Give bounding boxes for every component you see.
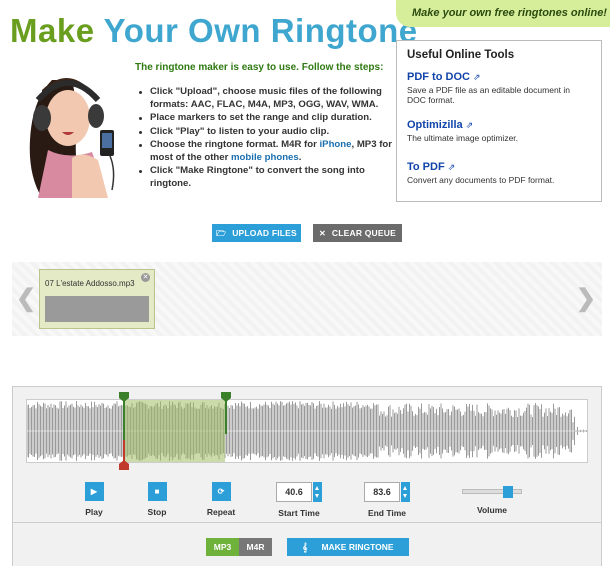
end-marker-handle[interactable] [221,392,231,402]
repeat-label: Repeat [206,507,236,517]
girl-with-headphones-image [29,77,115,198]
stop-icon[interactable]: ■ [147,482,167,501]
start-time-label: Start Time [278,508,320,518]
tool-description: Save a PDF file as an editable document … [407,85,571,105]
tool-link[interactable]: To PDF [407,161,445,173]
play-control: ▶ Play [83,482,105,517]
start-marker-handle[interactable] [119,392,129,402]
start-time-stepper[interactable] [313,482,322,502]
stop-label: Stop [147,507,167,517]
chevron-left-icon[interactable]: ❮ [16,284,36,313]
step-item: Click "Upload", choose music files of th… [137,86,399,111]
step-item: Place markers to set the range and clip … [137,112,399,125]
title-make: Make [10,12,95,49]
end-time-label: End Time [367,508,407,518]
steps-list: Click "Upload", choose music files of th… [137,86,399,191]
mini-waveform [45,296,149,322]
tool-pdf-to-doc: PDF to DOC ⇗ Save a PDF file as an editab… [407,67,591,105]
volume-slider[interactable] [462,486,522,498]
promo-banner: Make your own free ringtones online! [396,0,610,27]
audio-editor: ▶ Play ■ Stop ⟳ Repeat 40.6 Start Time 8… [12,386,602,566]
step-item: Click "Play" to listen to your audio cli… [137,126,399,139]
mobile-phones-link[interactable]: mobile phones [231,152,299,163]
external-link-icon: ⇗ [465,120,474,130]
external-link-icon: ⇗ [472,72,481,82]
clear-label: CLEAR QUEUE [331,228,396,238]
music-note-icon: 𝄞 [302,542,308,552]
make-ringtone-button[interactable]: 𝄞 MAKE RINGTONE [287,538,409,556]
stop-control: ■ Stop [145,482,169,517]
close-icon: ✕ [319,229,326,238]
step-text: Choose the ringtone format. M4R for [150,139,317,150]
play-label: Play [85,507,103,517]
volume-label: Volume [476,505,508,515]
tool-link[interactable]: PDF to DOC [407,71,470,83]
title-rest: Your Own Ringtone [103,12,418,49]
repeat-control: ⟳ Repeat [203,482,239,517]
end-time-control: 83.6 End Time [363,482,411,518]
waveform-area[interactable] [26,392,588,470]
make-ringtone-label: MAKE RINGTONE [321,542,394,552]
upload-files-button[interactable]: 🗁 UPLOAD FILES [212,224,301,242]
tool-optimizilla: Optimizilla ⇗ The ultimate image optimize… [407,115,591,143]
clear-queue-button[interactable]: ✕ CLEAR QUEUE [313,224,402,242]
output-bar: MP3 M4R 𝄞 MAKE RINGTONE [13,522,601,566]
tools-heading: Useful Online Tools [407,49,515,61]
tool-description: Convert any documents to PDF format. [407,175,555,185]
step-text: . [298,151,302,163]
folder-icon: 🗁 [216,229,227,238]
ringtone-maker-page: Make Your Own Ringtone Make your own fre… [0,0,610,572]
start-time-control: 40.6 Start Time [275,482,323,518]
upload-label: UPLOAD FILES [232,228,297,238]
iphone-link[interactable]: iPhone [320,139,352,150]
chevron-right-icon[interactable]: ❯ [576,284,596,313]
format-mp3-button[interactable]: MP3 [206,538,239,556]
tool-to-pdf: To PDF ⇗ Convert any documents to PDF for… [407,157,591,185]
waveform [27,401,587,461]
page-title: Make Your Own Ringtone [10,12,418,50]
close-icon[interactable]: ✕ [141,273,150,282]
selection-range [124,400,225,462]
queue-filename: 07 L'estate Addosso.mp3 [45,279,135,288]
step-item: Choose the ringtone format. M4R for iPho… [137,139,399,164]
tool-link[interactable]: Optimizilla [407,119,463,131]
external-link-icon: ⇗ [447,162,456,172]
format-m4r-button[interactable]: M4R [239,538,272,556]
queue-item[interactable]: 07 L'estate Addosso.mp3 ✕ [39,269,155,329]
end-time-stepper[interactable] [401,482,410,502]
useful-tools-box: Useful Online Tools PDF to DOC ⇗ Save a P… [396,40,602,202]
file-queue: ❮ 07 L'estate Addosso.mp3 ✕ ❯ [12,262,602,336]
repeat-icon[interactable]: ⟳ [211,482,231,501]
tool-description: The ultimate image optimizer. [407,133,519,143]
volume-knob[interactable] [503,486,513,498]
end-time-input[interactable]: 83.6 [364,482,400,502]
step-item: Click "Make Ringtone" to convert the son… [137,165,399,190]
intro-text: The ringtone maker is easy to use. Follo… [135,62,384,73]
playhead-handle[interactable] [119,460,129,470]
play-icon[interactable]: ▶ [84,482,104,501]
start-time-input[interactable]: 40.6 [276,482,312,502]
